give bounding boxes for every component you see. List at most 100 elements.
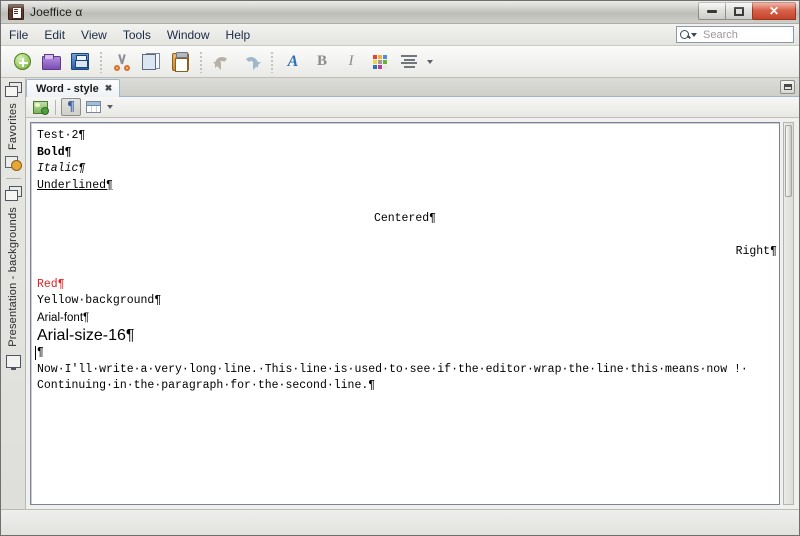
tab-strip-empty-area [120,78,799,96]
scissors-icon [113,53,131,71]
body-region: Favorites Presentation - backgrounds Wor… [1,78,799,509]
show-formatting-marks-button[interactable]: ¶ [61,98,81,116]
palette-swatch [383,59,387,64]
copy-button[interactable] [138,49,164,75]
window-group-icon[interactable] [4,82,22,97]
palette-swatch [378,54,382,59]
minimize-icon [707,9,717,13]
color-grid-icon [373,54,387,69]
align-dropdown-arrow-icon[interactable] [427,59,433,64]
palette-swatch [373,59,377,64]
menu-window[interactable]: Window [159,26,218,44]
doc-line-centered: Centered¶ [373,211,437,225]
monitor-window-icon[interactable] [5,354,21,370]
doc-line-italic: Italic¶ [37,162,86,175]
doc-line-red: Red¶ [37,277,65,291]
menu-bar: File Edit View Tools Window Help [1,24,799,46]
tab-strip: Word - style ✖ [26,78,799,97]
search-box[interactable] [676,26,794,43]
window-title: Joeffice α [30,5,83,19]
toolbar-separator [100,50,102,73]
open-file-button[interactable] [38,49,64,75]
document-page[interactable]: Test·2¶ Bold¶ Italic¶ Underlined¶ Centered¶… [30,122,780,505]
color-palette-button[interactable] [367,49,393,75]
redo-arrow-icon [242,54,261,70]
menu-file[interactable]: File [1,26,36,44]
palette-swatch [373,64,377,69]
pilcrow-icon: ¶ [67,99,75,114]
palette-swatch [378,64,382,69]
left-rail: Favorites Presentation - backgrounds [1,78,26,509]
settings-gear-window-icon[interactable] [4,156,22,172]
palette-swatch [383,64,387,69]
palette-swatch [373,54,377,59]
minimize-button[interactable] [698,2,726,20]
tab-word-style[interactable]: Word - style ✖ [26,79,121,97]
copy-pages-icon [142,53,160,70]
paragraph-align-button[interactable] [396,49,422,75]
main-toolbar: A B I [1,46,799,78]
doc-line-arial-font: Arial-font¶ [37,311,90,324]
italic-i-icon: I [348,53,354,69]
bold-button[interactable]: B [309,49,335,75]
chevron-down-icon[interactable] [107,105,113,109]
doc-line-blank-2 [31,227,779,244]
save-floppy-icon [71,53,89,70]
doc-line-arial-size-16: Arial-size-16¶ [37,327,135,344]
status-bar [1,509,799,535]
cut-button[interactable] [109,49,135,75]
redo-button[interactable] [238,49,264,75]
doc-line-long-1: Now·I'll·write·a·very·long·line.·This·li… [37,362,748,376]
undo-arrow-icon [212,54,232,70]
doc-line-test: Test·2¶ [37,129,86,142]
scrollbar-thumb[interactable] [785,125,792,197]
window-controls: ✕ [698,2,796,20]
table-icon [85,101,101,113]
doc-line-blank-3 [31,260,779,277]
doc-line-yellow-background: Yellow·background¶ [37,294,162,307]
open-folder-icon [41,54,61,70]
tab-group-minimize-button[interactable] [780,80,795,94]
new-document-button[interactable] [9,49,35,75]
window-group-icon[interactable] [4,186,22,202]
search-input[interactable] [701,27,787,42]
close-icon[interactable]: ✖ [105,83,113,94]
toolbar-separator [271,50,273,73]
doc-line-caret: ¶ [31,345,779,362]
paste-button[interactable] [167,49,193,75]
insert-table-button[interactable] [83,98,103,116]
rail-item-presentation-backgrounds[interactable]: Presentation - backgrounds [7,204,19,350]
doc-line-blank-1 [31,194,779,211]
doc-line-bold: Bold¶ [37,145,72,159]
maximize-button[interactable] [725,2,753,20]
doc-line-long-2: Continuing·in·the·paragraph·for·the·seco… [37,379,376,392]
menu-help[interactable]: Help [218,26,259,44]
menu-tools[interactable]: Tools [115,26,159,44]
doc-line-right: Right¶ [735,244,777,258]
palette-swatch [378,59,382,64]
insert-image-button[interactable] [30,98,50,116]
subtoolbar-separator [55,99,56,115]
vertical-scrollbar[interactable] [783,122,794,505]
toolbar-separator [200,50,202,73]
menu-edit[interactable]: Edit [36,26,73,44]
editor-pane: Word - style ✖ ¶ Test·2¶ Bold¶ Italic¶ U… [26,78,799,509]
font-button[interactable]: A [280,49,306,75]
save-button[interactable] [67,49,93,75]
rail-divider [5,178,21,180]
rail-item-favorites[interactable]: Favorites [7,100,19,153]
insert-image-icon [32,100,49,115]
editor-sub-toolbar: ¶ [26,97,799,118]
menu-view[interactable]: View [73,26,115,44]
chevron-down-icon [691,32,697,37]
align-lines-icon [401,55,417,68]
undo-button[interactable] [209,49,235,75]
italic-button[interactable]: I [338,49,364,75]
document-text-body[interactable]: Test·2¶ Bold¶ Italic¶ Underlined¶ Centered¶… [31,123,779,504]
document-canvas-area: Test·2¶ Bold¶ Italic¶ Underlined¶ Centered¶… [26,118,799,509]
close-button[interactable]: ✕ [752,2,796,20]
maximize-icon [734,6,744,16]
application-window: Joeffice α ✕ File Edit View Tools Window… [0,0,800,536]
title-bar: Joeffice α ✕ [1,1,799,24]
tab-label: Word - style [36,82,99,95]
